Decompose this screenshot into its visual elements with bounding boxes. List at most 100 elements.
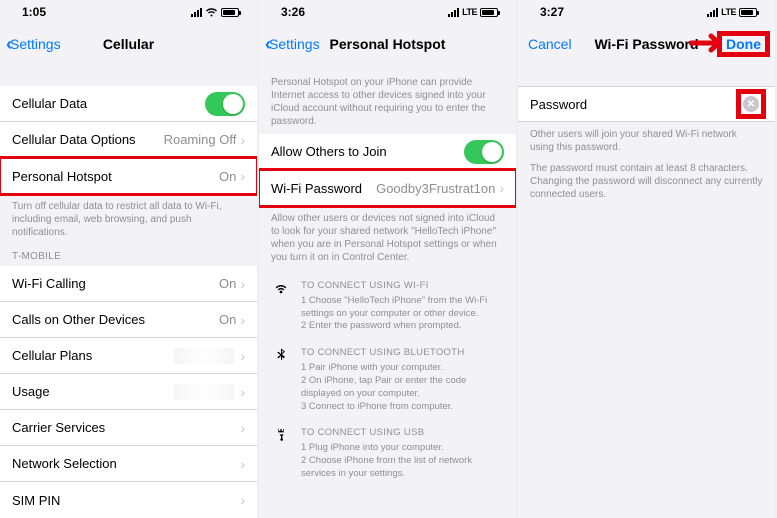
label: Cellular Plans [12, 348, 174, 363]
instr-step: 1 Plug iPhone into your computer. [301, 442, 504, 455]
content: Password ✕ Other users will join your sh… [518, 64, 775, 518]
label: Network Selection [12, 456, 240, 471]
chevron-right-icon: › [240, 384, 245, 400]
nav-bar: Cancel Wi-Fi Password Done [518, 24, 775, 64]
row-cellular-data[interactable]: Cellular Data [0, 86, 257, 122]
label: Wi-Fi Password [271, 181, 376, 196]
signal-icon [191, 8, 202, 17]
toggle-allow-join[interactable] [464, 140, 504, 164]
screen-cellular: 1:05 ‹ Settings Cellular Cellular Data C… [0, 0, 259, 518]
back-label: Settings [269, 36, 320, 52]
chevron-right-icon: › [240, 312, 245, 328]
nav-bar: ‹ Settings Cellular [0, 24, 257, 64]
label: Wi-Fi Calling [12, 276, 219, 291]
instr-step: 2 Choose iPhone from the list of network… [301, 455, 504, 481]
back-button[interactable]: ‹ Settings [265, 35, 320, 53]
row-usage[interactable]: Usage › [0, 374, 257, 410]
chevron-right-icon: › [499, 180, 504, 196]
label: Personal Hotspot [12, 169, 219, 184]
clear-button-highlight: ✕ [739, 92, 763, 116]
label: Cellular Data Options [12, 132, 164, 147]
status-time: 1:05 [22, 5, 46, 19]
value: On [219, 276, 236, 291]
allow-footer-text: Allow other users or devices not signed … [259, 206, 516, 270]
value: Roaming Off [164, 132, 237, 147]
instr-step: 2 Enter the password when prompted. [301, 320, 504, 333]
status-bar: 3:27 LTE [518, 0, 775, 24]
value: Goodby3Frustrat1on [376, 181, 495, 196]
row-sim-pin[interactable]: SIM PIN › [0, 482, 257, 518]
instr-title: TO CONNECT USING USB [301, 427, 504, 440]
label: SIM PIN [12, 493, 240, 508]
instr-step: 1 Choose "HelloTech iPhone" from the Wi-… [301, 295, 504, 321]
network-label: LTE [462, 7, 477, 17]
screen-wifi-password: 3:27 LTE Cancel Wi-Fi Password Done Pass… [518, 0, 777, 518]
label: Allow Others to Join [271, 144, 464, 159]
intro-text: Personal Hotspot on your iPhone can prov… [259, 64, 516, 134]
nav-bar: ‹ Settings Personal Hotspot [259, 24, 516, 64]
row-password-input[interactable]: Password ✕ [518, 86, 775, 122]
section-header-tmobile: T-MOBILE [0, 245, 257, 266]
cancel-button[interactable]: Cancel [528, 36, 572, 52]
row-network-selection[interactable]: Network Selection › [0, 446, 257, 482]
value: On [219, 312, 236, 327]
chevron-right-icon: › [240, 132, 245, 148]
status-bar: 3:26 LTE [259, 0, 516, 24]
status-icons [191, 7, 239, 17]
status-time: 3:26 [281, 5, 305, 19]
done-button[interactable]: Done [720, 34, 767, 54]
instr-step: 3 Connect to iPhone from computer. [301, 401, 504, 414]
label: Carrier Services [12, 420, 240, 435]
bluetooth-icon [271, 347, 291, 413]
usb-icon [271, 427, 291, 480]
row-allow-others-to-join[interactable]: Allow Others to Join [259, 134, 516, 170]
row-calls-other-devices[interactable]: Calls on Other Devices On › [0, 302, 257, 338]
done-label: Done [726, 36, 761, 52]
toggle-cellular-data[interactable] [205, 92, 245, 116]
chevron-right-icon: › [240, 348, 245, 364]
cancel-label: Cancel [528, 36, 572, 52]
instr-title: TO CONNECT USING WI-FI [301, 280, 504, 293]
wifi-icon [205, 7, 218, 17]
page-title: Personal Hotspot [330, 36, 446, 52]
instructions-bluetooth: TO CONNECT USING BLUETOOTH 1 Pair iPhone… [259, 337, 516, 417]
chevron-right-icon: › [240, 276, 245, 292]
chevron-right-icon: › [240, 420, 245, 436]
status-icons: LTE [707, 7, 757, 17]
status-bar: 1:05 [0, 0, 257, 24]
row-personal-hotspot[interactable]: Personal Hotspot On › [0, 158, 257, 194]
label: Password [530, 97, 739, 112]
signal-icon [707, 8, 718, 17]
wifi-icon [271, 280, 291, 333]
row-cellular-data-options[interactable]: Cellular Data Options Roaming Off › [0, 122, 257, 158]
instructions-wifi: TO CONNECT USING WI-FI 1 Choose "HelloTe… [259, 270, 516, 337]
battery-icon [739, 8, 757, 17]
footer-text-1: Other users will join your shared Wi-Fi … [518, 122, 775, 160]
network-label: LTE [721, 7, 736, 17]
label: Cellular Data [12, 96, 205, 111]
page-title: Cellular [103, 36, 154, 52]
redacted-value [174, 384, 234, 400]
redacted-value [174, 348, 234, 364]
row-carrier-services[interactable]: Carrier Services › [0, 410, 257, 446]
back-button[interactable]: ‹ Settings [6, 35, 61, 53]
row-wifi-password[interactable]: Wi-Fi Password Goodby3Frustrat1on › [259, 170, 516, 206]
clear-text-icon[interactable]: ✕ [743, 96, 759, 112]
back-label: Settings [10, 36, 61, 52]
screen-personal-hotspot: 3:26 LTE ‹ Settings Personal Hotspot Per… [259, 0, 518, 518]
row-wifi-calling[interactable]: Wi-Fi Calling On › [0, 266, 257, 302]
row-cellular-plans[interactable]: Cellular Plans › [0, 338, 257, 374]
footer-text-2: The password must contain at least 8 cha… [518, 160, 775, 207]
page-title: Wi-Fi Password [594, 36, 698, 52]
label: Usage [12, 384, 174, 399]
instr-step: 2 On iPhone, tap Pair or enter the code … [301, 375, 504, 401]
status-icons: LTE [448, 7, 498, 17]
status-time: 3:27 [540, 5, 564, 19]
battery-icon [221, 8, 239, 17]
value: On [219, 169, 236, 184]
chevron-right-icon: › [240, 456, 245, 472]
instr-step: 1 Pair iPhone with your computer. [301, 362, 504, 375]
chevron-right-icon: › [240, 492, 245, 508]
footer-text: Turn off cellular data to restrict all d… [0, 194, 257, 245]
signal-icon [448, 8, 459, 17]
